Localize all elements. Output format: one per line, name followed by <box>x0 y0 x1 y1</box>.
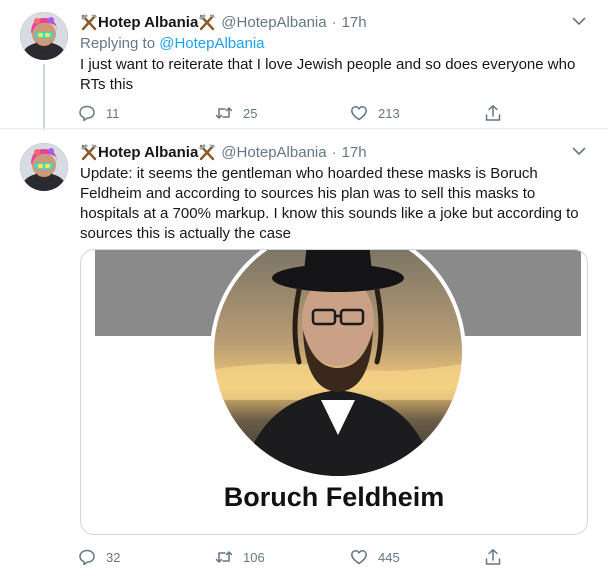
replying-to: Replying to @HotepAlbania <box>80 35 265 52</box>
hammer-pick-icon <box>80 144 98 161</box>
like-icon <box>351 550 367 565</box>
tweet-actions: 32 106 445 <box>78 547 518 567</box>
hammer-pick-icon <box>80 14 98 31</box>
replying-to-label: Replying to <box>80 35 156 52</box>
profile-photo <box>214 250 462 476</box>
tweet-reply[interactable]: Hotep Albania @HotepAlbania · 17h Replyi… <box>0 0 608 130</box>
tweet-update[interactable]: Hotep Albania @HotepAlbania · 17h Update… <box>0 128 608 583</box>
share-icon <box>485 105 501 121</box>
like-icon <box>351 106 367 121</box>
author-name[interactable]: Hotep Albania <box>98 144 198 161</box>
reply-count: 32 <box>106 549 121 565</box>
author-handle[interactable]: @HotepAlbania <box>221 14 326 31</box>
mention-link[interactable]: @HotepAlbania <box>159 35 264 52</box>
like-button[interactable]: 445 <box>350 547 400 567</box>
chevron-down-icon[interactable] <box>571 13 587 29</box>
tweet-header: Hotep Albania @HotepAlbania · 17h <box>80 12 367 32</box>
hammer-pick-icon <box>198 14 216 31</box>
avatar[interactable] <box>20 143 68 191</box>
retweet-button[interactable]: 106 <box>215 547 265 567</box>
hammer-pick-icon <box>198 144 216 161</box>
author-handle[interactable]: @HotepAlbania <box>221 144 326 161</box>
tweet-actions: 11 25 213 <box>78 103 518 123</box>
chevron-down-icon[interactable] <box>571 143 587 159</box>
reply-button[interactable]: 11 <box>78 103 120 123</box>
media-card[interactable]: Boruch Feldheim <box>80 249 588 535</box>
reply-count: 11 <box>106 105 120 121</box>
retweet-count: 106 <box>243 549 265 565</box>
card-caption: Boruch Feldheim <box>223 482 445 512</box>
retweet-count: 25 <box>243 105 258 121</box>
avatar[interactable] <box>20 12 68 60</box>
timestamp[interactable]: 17h <box>342 144 367 161</box>
retweet-icon <box>215 551 233 563</box>
author-name[interactable]: Hotep Albania <box>98 14 198 31</box>
tweet-text: Update: it seems the gentleman who hoard… <box>80 165 579 242</box>
reply-icon <box>79 549 95 566</box>
like-count: 213 <box>378 105 400 121</box>
like-count: 445 <box>378 549 400 565</box>
separator-dot: · <box>331 143 337 161</box>
reply-icon <box>79 105 95 122</box>
reply-button[interactable]: 32 <box>78 547 120 567</box>
share-button[interactable] <box>484 103 502 123</box>
thread-connector <box>43 64 45 130</box>
like-button[interactable]: 213 <box>350 103 400 123</box>
retweet-icon <box>215 107 233 119</box>
tweet-text: I just want to reiterate that I love Jew… <box>80 56 576 93</box>
tweet-header: Hotep Albania @HotepAlbania · 17h <box>80 142 367 162</box>
share-icon <box>485 549 501 565</box>
timestamp[interactable]: 17h <box>342 14 367 31</box>
retweet-button[interactable]: 25 <box>215 103 257 123</box>
share-button[interactable] <box>484 547 502 567</box>
separator-dot: · <box>331 13 337 31</box>
